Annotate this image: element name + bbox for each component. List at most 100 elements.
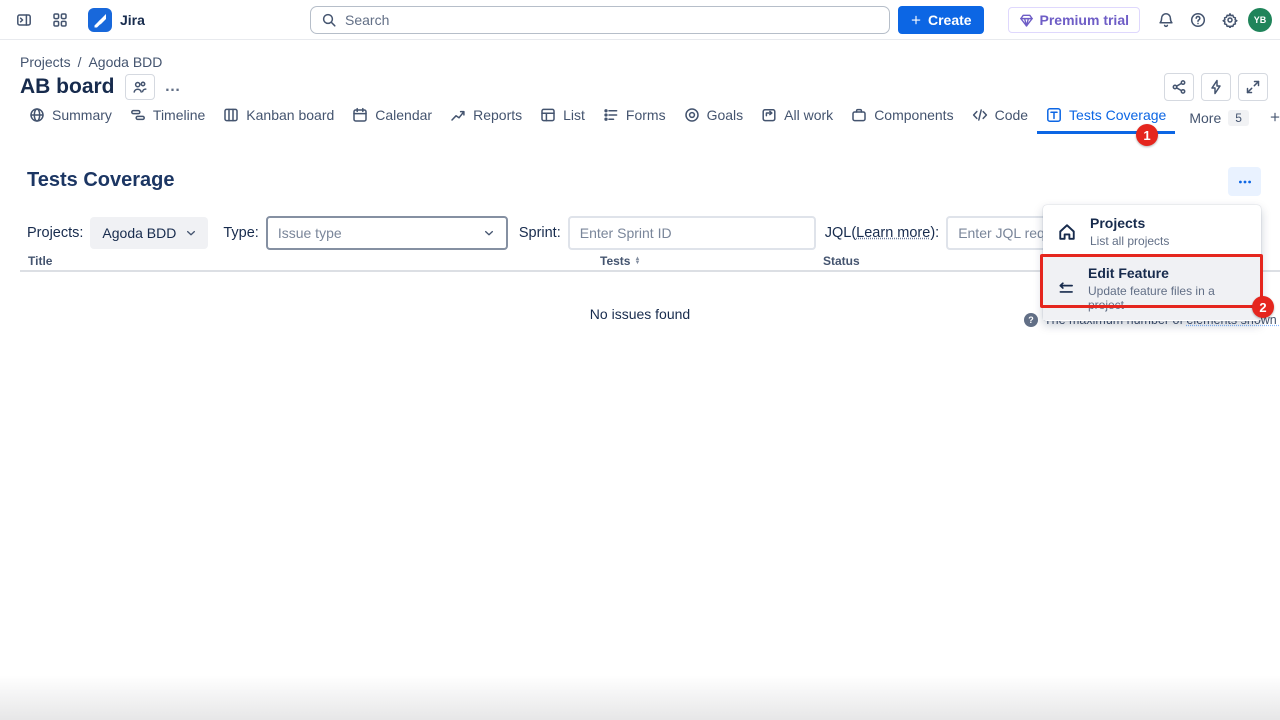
premium-trial-button[interactable]: Premium trial: [1008, 7, 1140, 33]
more-label: More: [1189, 110, 1221, 126]
tab-reports[interactable]: Reports: [441, 107, 531, 134]
more-count-badge: 5: [1228, 110, 1249, 126]
components-icon: [851, 107, 867, 123]
home-icon: [1057, 222, 1077, 242]
reports-icon: [450, 107, 466, 123]
tutorial-step-1-badge: 1: [1136, 124, 1158, 146]
tab-label: List: [563, 107, 585, 123]
goals-icon: [684, 107, 700, 123]
bottom-fade: [0, 675, 1280, 720]
tab-label: Code: [995, 107, 1028, 123]
menu-item-subtitle: Update feature files in a project: [1088, 284, 1253, 312]
jql-label-suffix: ):: [930, 225, 939, 241]
tab-label: Tests Coverage: [1069, 107, 1166, 123]
help-button[interactable]: [1184, 6, 1212, 34]
tab-forms[interactable]: Forms: [594, 107, 675, 134]
app-name: Jira: [120, 12, 145, 28]
notifications-button[interactable]: [1152, 6, 1180, 34]
forms-icon: [603, 107, 619, 123]
projects-filter-dropdown[interactable]: Agoda BDD: [90, 217, 208, 249]
issue-type-placeholder: Issue type: [278, 225, 342, 241]
menu-item-title: Edit Feature: [1088, 265, 1253, 281]
board-members-button[interactable]: [125, 74, 155, 100]
column-header-tests-label: Tests: [600, 254, 630, 268]
panel-toggle-icon: [16, 12, 32, 28]
calendar-icon: [352, 107, 368, 123]
tab-calendar[interactable]: Calendar: [343, 107, 441, 134]
tab-label: Kanban board: [246, 107, 334, 123]
tab-label: Goals: [707, 107, 744, 123]
tab-list[interactable]: List: [531, 107, 594, 134]
search-input[interactable]: [345, 12, 879, 28]
jql-learn-more-link[interactable]: Learn more: [856, 225, 930, 241]
all-work-icon: [761, 107, 777, 123]
share-button[interactable]: [1164, 73, 1194, 101]
kanban-icon: [223, 107, 239, 123]
breadcrumb-projects-link[interactable]: Projects: [20, 54, 71, 70]
automation-button[interactable]: [1201, 73, 1231, 101]
sprint-id-input[interactable]: [568, 216, 816, 250]
list-icon: [540, 107, 556, 123]
tab-label: Components: [874, 107, 953, 123]
app-switcher-icon: [52, 12, 68, 28]
jira-home-link[interactable]: Jira: [88, 8, 145, 32]
jira-logo: [88, 8, 112, 32]
type-filter-label: Type:: [223, 225, 258, 241]
gear-icon: [1222, 12, 1238, 28]
tab-kanban-board[interactable]: Kanban board: [214, 107, 343, 134]
plus-icon: [1269, 111, 1280, 123]
user-avatar[interactable]: YB: [1248, 8, 1272, 32]
create-button-label: Create: [928, 12, 972, 28]
menu-item-title: Projects: [1090, 215, 1169, 231]
projects-filter-label: Projects:: [27, 225, 83, 241]
breadcrumb-current-link[interactable]: Agoda BDD: [88, 54, 162, 70]
page-more-button[interactable]: [1228, 167, 1261, 196]
board-more-button[interactable]: …: [165, 78, 182, 96]
code-icon: [972, 107, 988, 123]
plus-icon: [910, 14, 922, 26]
board-title-row: AB board …: [20, 74, 182, 100]
menu-item-text: Edit Feature Update feature files in a p…: [1088, 265, 1253, 312]
issue-type-select[interactable]: Issue type: [266, 216, 508, 250]
sidebar-toggle-button[interactable]: [10, 6, 38, 34]
bell-icon: [1158, 12, 1174, 28]
projects-filter-value: Agoda BDD: [102, 225, 176, 241]
chevron-down-icon: [184, 226, 198, 240]
jql-label-prefix: JQL(: [825, 225, 856, 241]
menu-item-projects[interactable]: Projects List all projects: [1043, 206, 1261, 257]
people-icon: [132, 79, 148, 95]
tab-all-work[interactable]: All work: [752, 107, 842, 134]
add-view-button[interactable]: [1259, 111, 1280, 134]
column-header-title: Title: [28, 254, 52, 268]
filter-row: Projects: Agoda BDD Type: Issue type Spr…: [27, 215, 1136, 251]
lightning-icon: [1208, 79, 1224, 95]
global-search[interactable]: [310, 6, 890, 34]
column-header-status: Status: [823, 254, 860, 268]
tab-code[interactable]: Code: [963, 107, 1037, 134]
tab-label: Summary: [52, 107, 112, 123]
create-button[interactable]: Create: [898, 6, 984, 34]
tab-timeline[interactable]: Timeline: [121, 107, 214, 134]
app-switcher-button[interactable]: [46, 6, 74, 34]
fullscreen-button[interactable]: [1238, 73, 1268, 101]
search-icon: [321, 12, 337, 28]
top-navigation-bar: Jira Create Premium trial YB: [0, 0, 1280, 40]
tab-more[interactable]: More 5: [1175, 110, 1259, 134]
tab-goals[interactable]: Goals: [675, 107, 753, 134]
info-question-icon: ?: [1024, 313, 1038, 327]
menu-item-subtitle: List all projects: [1090, 234, 1169, 248]
topbar-right-group: Premium trial YB: [1008, 0, 1272, 40]
settings-button[interactable]: [1216, 6, 1244, 34]
tutorial-step-2-badge: 2: [1252, 296, 1274, 318]
column-header-tests[interactable]: Tests ▲▼: [600, 254, 640, 268]
help-icon: [1190, 12, 1206, 28]
menu-item-edit-feature[interactable]: Edit Feature Update feature files in a p…: [1043, 257, 1261, 320]
page-actions-menu: Projects List all projects Edit Feature …: [1043, 205, 1261, 321]
tab-label: Calendar: [375, 107, 432, 123]
topbar-left-group: Jira: [0, 6, 145, 34]
tab-components[interactable]: Components: [842, 107, 962, 134]
jql-filter-label: JQL(Learn more):: [825, 225, 939, 241]
more-horizontal-icon: [1237, 174, 1253, 190]
edit-feature-icon: [1057, 280, 1075, 298]
tab-summary[interactable]: Summary: [20, 107, 121, 134]
